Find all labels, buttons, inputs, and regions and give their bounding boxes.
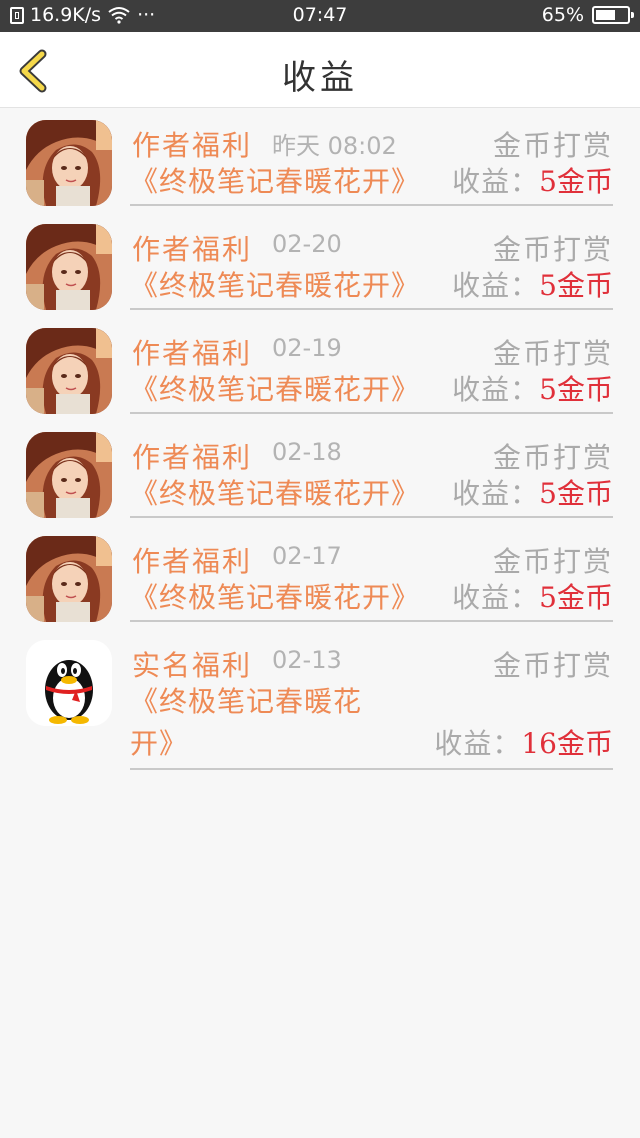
book-title: 《终极笔记春暖花开》 xyxy=(130,477,421,510)
battery-percent: 65% xyxy=(541,4,584,26)
anime-avatar xyxy=(26,328,112,414)
anime-avatar xyxy=(26,120,112,206)
reward-date: 02-13 xyxy=(272,646,342,674)
earnings-value: 5金币 xyxy=(539,165,613,198)
earnings: 收益：5金币 xyxy=(452,472,613,512)
book-title: 《终极笔记春暖花开》 xyxy=(130,581,421,614)
item-content: 作者福利 02-18 金币打赏 《终极笔记春暖花开》 收益：5金币 xyxy=(130,426,613,518)
earnings: 收益：16金币 xyxy=(434,722,613,762)
earnings-label: 收益： xyxy=(452,477,540,510)
list-item[interactable]: 作者福利 02-18 金币打赏 《终极笔记春暖花开》 收益：5金币 xyxy=(0,426,640,530)
item-content: 作者福利 昨天 08:02 金币打赏 《终极笔记春暖花开》 收益：5金币 xyxy=(130,114,613,206)
battery-level xyxy=(596,10,616,20)
earnings-label: 收益： xyxy=(452,165,540,198)
earnings: 收益：5金币 xyxy=(452,264,613,304)
anime-avatar xyxy=(26,224,112,310)
earnings-list: 作者福利 昨天 08:02 金币打赏 《终极笔记春暖花开》 收益：5金币 作者福… xyxy=(0,114,640,784)
book-title: 《终极笔记春暖花 xyxy=(130,685,363,718)
earnings: 收益：5金币 xyxy=(452,160,613,200)
earnings-value: 5金币 xyxy=(539,477,613,510)
reward-date: 02-19 xyxy=(272,334,342,362)
status-bar: 16.9K/s ··· 07:47 65% xyxy=(0,0,640,32)
reward-date: 昨天 08:02 xyxy=(272,132,397,160)
earnings: 收益：5金币 xyxy=(452,576,613,616)
battery-icon xyxy=(592,6,634,24)
reward-date: 02-17 xyxy=(272,542,342,570)
earnings-value: 16金币 xyxy=(521,727,613,760)
earnings-label: 收益： xyxy=(434,727,522,760)
reward-date: 02-18 xyxy=(272,438,342,466)
item-content: 作者福利 02-20 金币打赏 《终极笔记春暖花开》 收益：5金币 xyxy=(130,218,613,310)
anime-avatar xyxy=(26,536,112,622)
list-item[interactable]: 作者福利 昨天 08:02 金币打赏 《终极笔记春暖花开》 收益：5金币 xyxy=(0,114,640,218)
earnings-label: 收益： xyxy=(452,373,540,406)
qq-penguin-avatar xyxy=(26,640,112,726)
list-item[interactable]: 实名福利 02-13 金币打赏 《终极笔记春暖花 开》 收益：16金币 xyxy=(0,634,640,784)
book-title: 《终极笔记春暖花开》 xyxy=(130,373,421,406)
anime-avatar xyxy=(26,432,112,518)
earnings-value: 5金币 xyxy=(539,373,613,406)
status-right: 65% xyxy=(541,4,634,26)
reward-date: 02-20 xyxy=(272,230,342,258)
book-title: 《终极笔记春暖花开》 xyxy=(130,165,421,198)
page-title: 收益 xyxy=(282,58,358,98)
earnings-label: 收益： xyxy=(452,581,540,614)
book-title-continued: 开》 xyxy=(130,727,189,760)
book-title: 《终极笔记春暖花开》 xyxy=(130,269,421,302)
list-item[interactable]: 作者福利 02-20 金币打赏 《终极笔记春暖花开》 收益：5金币 xyxy=(0,218,640,322)
list-item[interactable]: 作者福利 02-17 金币打赏 《终极笔记春暖花开》 收益：5金币 xyxy=(0,530,640,634)
header: 收益 xyxy=(0,32,640,108)
earnings-label: 收益： xyxy=(452,269,540,302)
earnings-value: 5金币 xyxy=(539,581,613,614)
item-content: 作者福利 02-17 金币打赏 《终极笔记春暖花开》 收益：5金币 xyxy=(130,530,613,622)
earnings-value: 5金币 xyxy=(539,269,613,302)
list-item[interactable]: 作者福利 02-19 金币打赏 《终极笔记春暖花开》 收益：5金币 xyxy=(0,322,640,426)
item-content: 作者福利 02-19 金币打赏 《终极笔记春暖花开》 收益：5金币 xyxy=(130,322,613,414)
earnings: 收益：5金币 xyxy=(452,368,613,408)
item-content: 实名福利 02-13 金币打赏 《终极笔记春暖花 开》 收益：16金币 xyxy=(130,634,613,770)
